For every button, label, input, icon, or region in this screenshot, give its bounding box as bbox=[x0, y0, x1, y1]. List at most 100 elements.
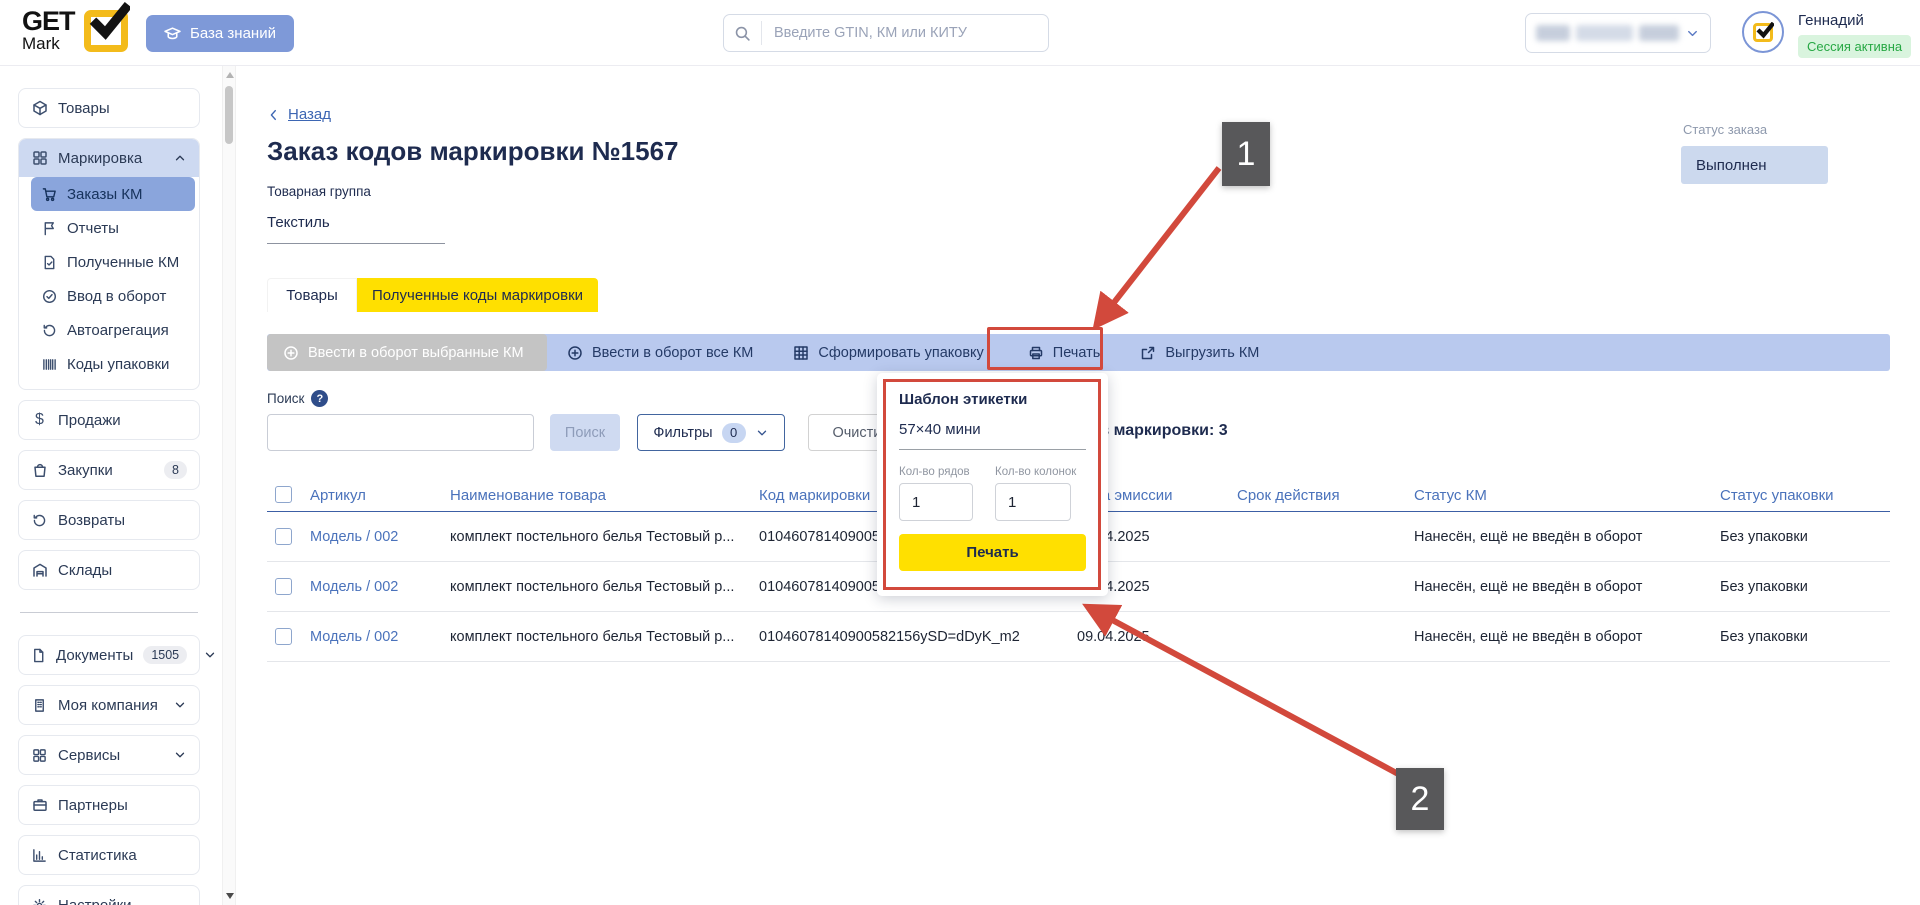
cols-count-label: Кол-во колонок bbox=[995, 466, 1077, 478]
sidebar-item-reports[interactable]: Отчеты bbox=[31, 211, 195, 245]
purchases-count-badge: 8 bbox=[164, 461, 187, 479]
sidebar-item-autoaggregation[interactable]: Автоагрегация bbox=[31, 313, 195, 347]
flag-icon bbox=[41, 221, 57, 236]
sidebar-item-km-orders[interactable]: Заказы КМ bbox=[31, 177, 195, 211]
documents-count-badge: 1505 bbox=[143, 646, 188, 664]
print-button[interactable]: Печать bbox=[1008, 334, 1121, 371]
logo-text-get: GET bbox=[22, 5, 76, 36]
sidebar-item-received-km[interactable]: Полученные КМ bbox=[31, 245, 195, 279]
sidebar-item-documents[interactable]: Документы 1505 bbox=[19, 636, 215, 674]
warehouse-icon bbox=[31, 562, 48, 578]
order-status-label: Статус заказа bbox=[1683, 122, 1768, 137]
sidebar-item-marking[interactable]: Маркировка bbox=[19, 139, 199, 177]
search-icon bbox=[724, 21, 762, 45]
table-search-input[interactable] bbox=[267, 414, 534, 451]
sidebar-divider bbox=[20, 612, 198, 613]
scroll-up-icon[interactable] bbox=[226, 72, 234, 78]
getmark-logo[interactable]: GET Mark bbox=[22, 2, 130, 52]
order-status-badge: Выполнен bbox=[1681, 146, 1828, 184]
cell-article[interactable]: Модель / 002 bbox=[310, 612, 398, 662]
sidebar: Товары Маркировка Заказы КМ Отчеты Получ… bbox=[0, 66, 220, 905]
global-search bbox=[723, 14, 1049, 52]
cell-packing-status: Без упаковки bbox=[1720, 629, 1808, 645]
row-checkbox[interactable] bbox=[275, 578, 292, 595]
cell-product-name: комплект постельного белья Тестовый р... bbox=[450, 579, 735, 595]
cell-product-name: комплект постельного белья Тестовый р... bbox=[450, 529, 735, 545]
sidebar-item-packing-codes[interactable]: Коды упаковки bbox=[31, 347, 195, 381]
search-section-label: Поиск ? bbox=[267, 390, 329, 407]
form-package-button[interactable]: Сформировать упаковку bbox=[773, 334, 1003, 371]
tab-products[interactable]: Товары bbox=[267, 278, 357, 312]
column-km-status[interactable]: Статус КМ bbox=[1414, 478, 1487, 512]
table-row[interactable]: Модель / 002 комплект постельного белья … bbox=[267, 612, 1890, 662]
organization-select[interactable] bbox=[1525, 13, 1711, 53]
bag-icon bbox=[31, 462, 48, 478]
chevron-down-icon bbox=[173, 698, 187, 712]
sidebar-item-services[interactable]: Сервисы bbox=[19, 736, 199, 774]
avatar-logo-icon bbox=[1753, 21, 1774, 42]
column-validity[interactable]: Срок действия bbox=[1237, 478, 1340, 512]
export-km-button[interactable]: Выгрузить КМ bbox=[1120, 334, 1279, 371]
scrollbar-thumb[interactable] bbox=[225, 86, 233, 144]
page-title: Заказ кодов маркировки №1567 bbox=[267, 136, 679, 166]
sidebar-scrollbar[interactable] bbox=[222, 66, 236, 905]
cell-km-status: Нанесён, ещё не введён в оборот bbox=[1414, 529, 1643, 545]
rows-count-input[interactable] bbox=[899, 483, 973, 521]
plus-circle-icon bbox=[283, 345, 299, 361]
global-search-input[interactable] bbox=[762, 25, 1048, 41]
label-template-title: Шаблон этикетки bbox=[899, 391, 1028, 408]
scroll-down-icon[interactable] bbox=[226, 893, 234, 899]
select-all-checkbox[interactable] bbox=[275, 486, 292, 503]
column-product-name[interactable]: Наименование товара bbox=[450, 478, 606, 512]
chevron-down-icon bbox=[203, 648, 217, 662]
chevron-down-icon bbox=[755, 426, 769, 440]
sidebar-item-products[interactable]: Товары bbox=[19, 89, 199, 127]
tab-received-codes[interactable]: Полученные коды маркировки bbox=[357, 278, 598, 312]
annotation-step-2: 2 bbox=[1396, 768, 1444, 830]
intro-selected-km-button[interactable]: Ввести в оборот выбранные КМ bbox=[267, 334, 547, 371]
column-marking-code[interactable]: Код маркировки bbox=[759, 478, 870, 512]
avatar[interactable] bbox=[1742, 11, 1784, 53]
sidebar-item-warehouses[interactable]: Склады bbox=[19, 551, 199, 589]
back-link[interactable]: Назад bbox=[267, 106, 331, 123]
getmark-app: GET Mark База знаний Введите GTIN, КМ ил… bbox=[0, 0, 1920, 905]
cell-article[interactable]: Модель / 002 bbox=[310, 512, 398, 562]
history-icon bbox=[41, 323, 57, 338]
label-template-select[interactable]: 57×40 мини bbox=[899, 421, 1086, 450]
plus-circle-icon bbox=[567, 345, 583, 361]
product-group-value[interactable]: Текстиль bbox=[267, 214, 445, 244]
cell-article[interactable]: Модель / 002 bbox=[310, 562, 398, 612]
cell-km-status: Нанесён, ещё не введён в оборот bbox=[1414, 629, 1643, 645]
sidebar-item-settings[interactable]: Настройки bbox=[19, 886, 199, 905]
product-group-label: Товарная группа bbox=[267, 184, 371, 199]
logo-checkmark-icon bbox=[83, 2, 130, 52]
sidebar-item-sales[interactable]: $ Продажи bbox=[19, 401, 199, 439]
column-packing-status[interactable]: Статус упаковки bbox=[1720, 478, 1834, 512]
sidebar-item-returns[interactable]: Возвраты bbox=[19, 501, 199, 539]
filters-button[interactable]: Фильтры 0 bbox=[637, 414, 785, 451]
knowledge-base-button[interactable]: База знаний bbox=[146, 15, 294, 52]
cols-count-input[interactable] bbox=[995, 483, 1071, 521]
sidebar-item-statistics[interactable]: Статистика bbox=[19, 836, 199, 874]
search-submit-button[interactable]: Поиск bbox=[550, 414, 620, 451]
cell-emission-date: 09.04.2025 bbox=[1077, 629, 1150, 645]
building-icon bbox=[31, 698, 48, 713]
popup-print-button[interactable]: Печать bbox=[899, 534, 1086, 571]
chevron-down-icon bbox=[173, 748, 187, 762]
column-article[interactable]: Артикул bbox=[310, 478, 366, 512]
cell-marking-code: 0104607814090058 bbox=[759, 529, 889, 545]
printer-icon bbox=[1028, 345, 1044, 361]
sidebar-item-partners[interactable]: Партнеры bbox=[19, 786, 199, 824]
filters-count-badge: 0 bbox=[721, 422, 746, 443]
sidebar-item-intro-circulation[interactable]: Ввод в оборот bbox=[31, 279, 195, 313]
row-checkbox[interactable] bbox=[275, 528, 292, 545]
package-grid-icon bbox=[793, 345, 809, 361]
row-checkbox[interactable] bbox=[275, 628, 292, 645]
dollar-icon: $ bbox=[35, 411, 44, 428]
return-icon bbox=[31, 513, 48, 528]
help-icon[interactable]: ? bbox=[311, 390, 329, 407]
cell-product-name: комплект постельного белья Тестовый р... bbox=[450, 629, 735, 645]
sidebar-item-my-company[interactable]: Моя компания bbox=[19, 686, 199, 724]
intro-all-km-button[interactable]: Ввести в оборот все КМ bbox=[547, 334, 773, 371]
sidebar-item-purchases[interactable]: Закупки 8 bbox=[19, 451, 199, 489]
